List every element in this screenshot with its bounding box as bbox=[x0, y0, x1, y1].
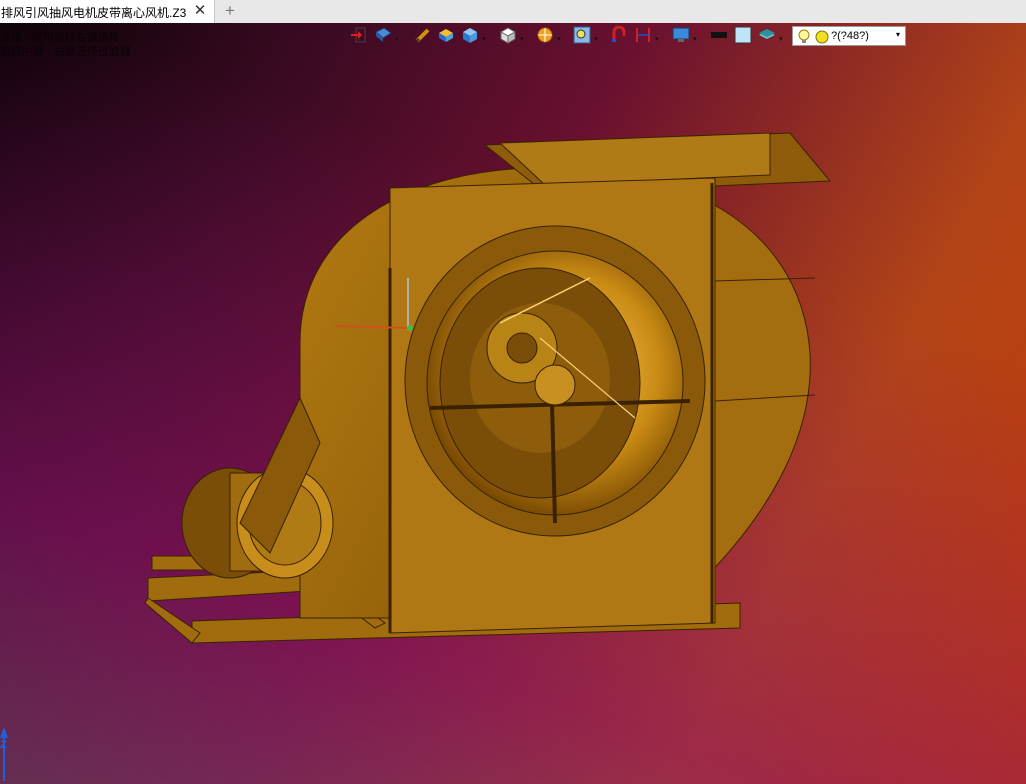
shaded-box-icon[interactable] bbox=[437, 26, 455, 46]
inlet-ring bbox=[404, 225, 706, 537]
motor bbox=[181, 396, 334, 579]
close-icon[interactable]: ✕ bbox=[192, 2, 208, 20]
document-tab[interactable]: 排风引风抽风电机皮带离心风机.Z3 ✕ bbox=[0, 0, 215, 23]
tab-bar: 排风引风抽风电机皮带离心风机.Z3 ✕ + bbox=[0, 0, 1026, 24]
cube-white-icon[interactable] bbox=[499, 26, 517, 46]
render-style-icon[interactable] bbox=[536, 26, 554, 46]
exit-icon[interactable] bbox=[350, 26, 368, 46]
lighting-select[interactable]: ?(?48?) ▾ bbox=[792, 26, 906, 46]
dimension-icon[interactable] bbox=[634, 26, 652, 46]
chevron-down-icon[interactable]: ▾ bbox=[482, 35, 486, 43]
black-rect-icon[interactable] bbox=[710, 26, 728, 46]
chevron-down-icon[interactable]: ▾ bbox=[520, 35, 524, 43]
document-tab-title: 排风引风抽风电机皮带离心风机.Z3 bbox=[1, 6, 187, 20]
z-axis-label: Z bbox=[0, 739, 7, 751]
monitor-icon[interactable] bbox=[672, 26, 690, 46]
light-blue-square-icon[interactable] bbox=[734, 26, 752, 46]
chevron-down-icon[interactable]: ▾ bbox=[557, 35, 561, 43]
lighting-value: ?(?48?) bbox=[831, 30, 869, 42]
chevron-down-icon[interactable]: ▾ bbox=[655, 35, 659, 43]
pen-icon[interactable] bbox=[414, 26, 432, 46]
bulb-icon bbox=[797, 29, 811, 49]
cube-blue-icon[interactable] bbox=[461, 26, 479, 46]
chevron-down-icon[interactable]: ▾ bbox=[779, 35, 783, 43]
view-orient-icon[interactable] bbox=[374, 26, 392, 46]
chevron-down-icon[interactable]: ▾ bbox=[594, 35, 598, 43]
new-tab-icon[interactable]: + bbox=[222, 0, 238, 23]
zoom-icon[interactable] bbox=[573, 26, 591, 46]
magnet-icon[interactable] bbox=[610, 26, 628, 46]
3d-viewport[interactable]: 选择 - 使用鼠标右键选择 鼠标中键 - 右键选择过滤器 Z bbox=[0, 23, 1026, 784]
chevron-down-icon: ▾ bbox=[895, 30, 900, 39]
layers-icon[interactable] bbox=[758, 26, 776, 46]
yellow-circle-icon bbox=[815, 30, 829, 49]
chevron-down-icon[interactable]: ▾ bbox=[693, 35, 697, 43]
chevron-down-icon[interactable]: ▾ bbox=[395, 35, 399, 43]
fan-3d-model[interactable] bbox=[0, 23, 1026, 784]
